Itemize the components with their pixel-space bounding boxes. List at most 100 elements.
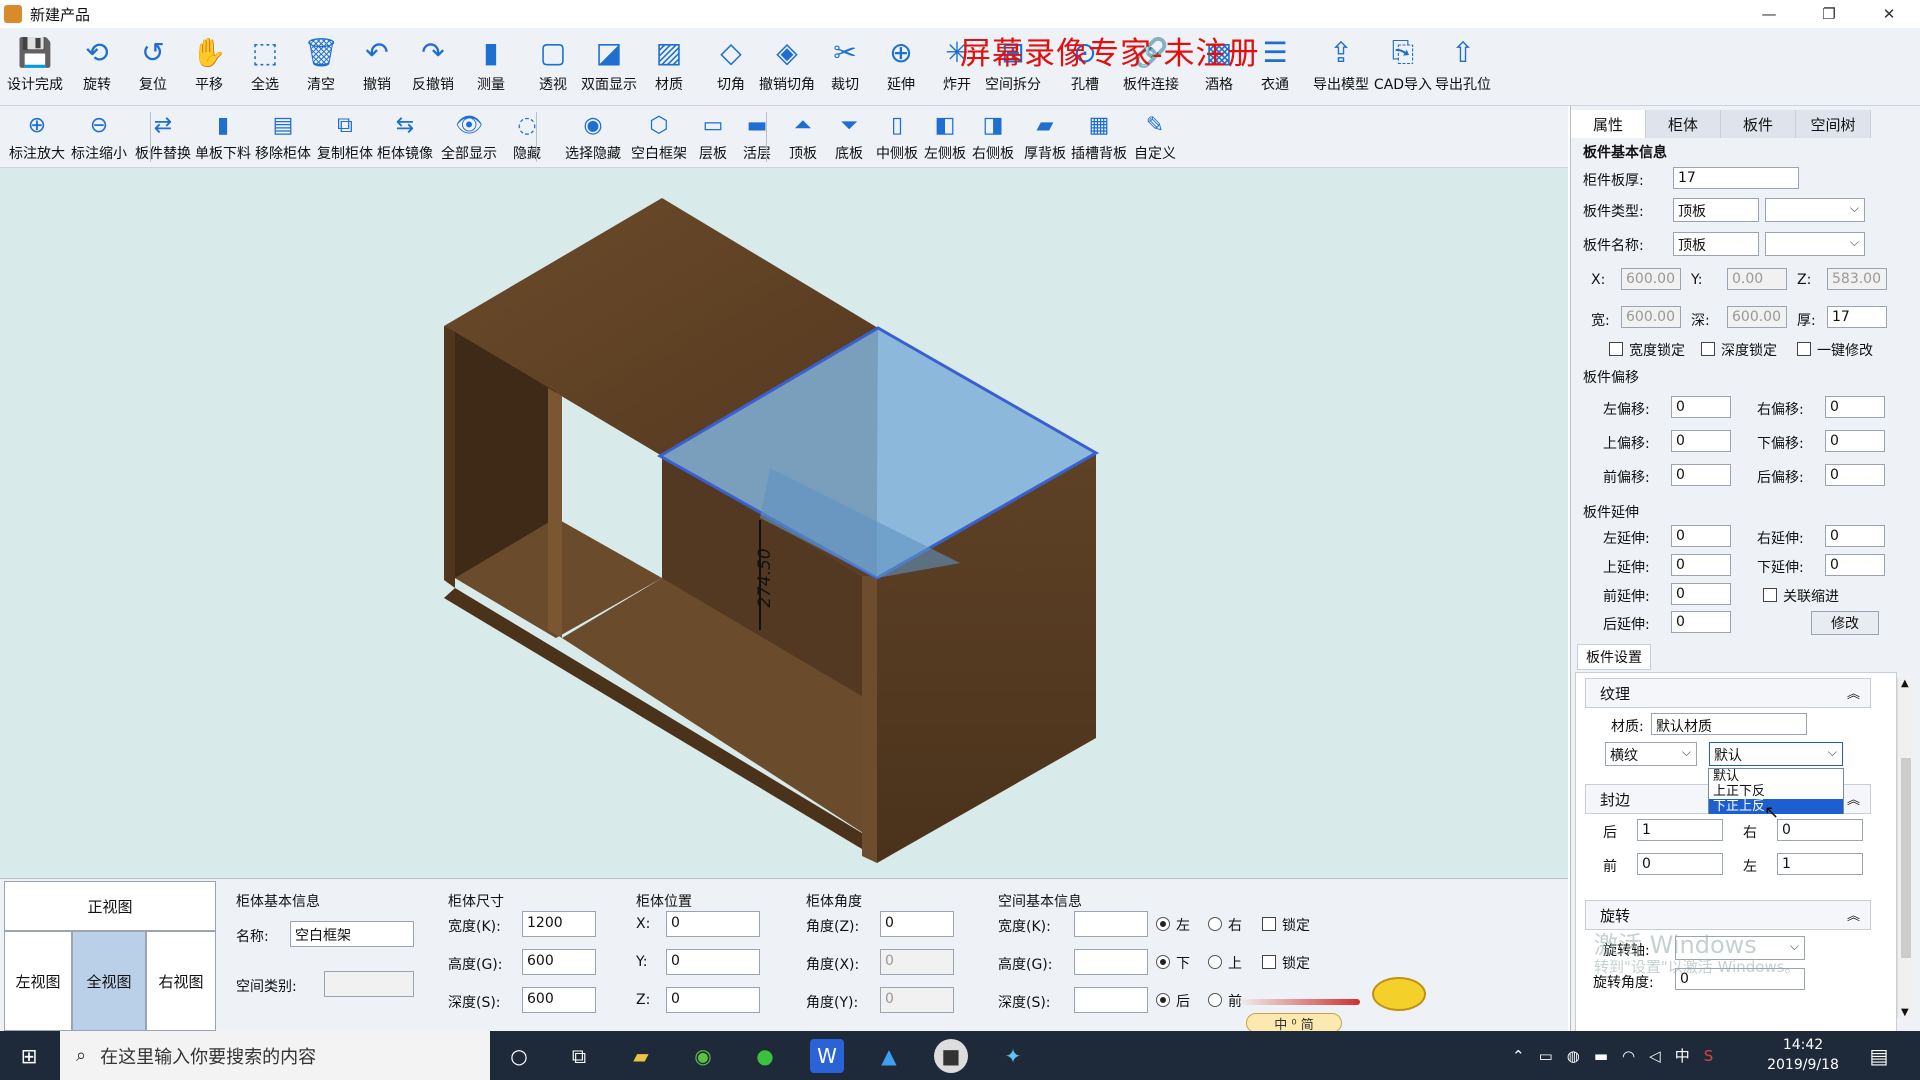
thickness-input[interactable]: 17 xyxy=(1673,167,1799,189)
edge-right-input[interactable]: 0 xyxy=(1777,819,1863,841)
toolbar-button-zoom-in[interactable]: ⊕ 标注放大 xyxy=(4,110,70,163)
toolbar-button-single-board[interactable]: ▮ 单板下料 xyxy=(190,110,256,163)
ime-lang[interactable]: 中 xyxy=(1675,1045,1690,1066)
toolbar-button-export-holes[interactable]: ⇧ 导出孔位 xyxy=(1428,34,1498,94)
dropdown-option[interactable]: 默认 xyxy=(1709,769,1843,784)
pos-x-input[interactable]: 0 xyxy=(666,911,760,937)
back-extend-input[interactable]: 0 xyxy=(1671,611,1731,633)
left-view-button[interactable]: 左视图 xyxy=(4,931,72,1031)
battery-icon[interactable]: ▬ xyxy=(1594,1047,1608,1065)
toolbar-button-custom[interactable]: ✎ 自定义 xyxy=(1122,110,1188,163)
pos-y-input[interactable]: 0 xyxy=(666,949,760,975)
material-input[interactable]: 默认材质 xyxy=(1651,713,1807,735)
file-explorer-icon[interactable]: ▰ xyxy=(624,1039,658,1073)
toolbar-button-zoom-out[interactable]: ⊖ 标注缩小 xyxy=(66,110,132,163)
tray-globe-icon[interactable]: ◍ xyxy=(1567,1047,1580,1065)
scroll-up-icon[interactable]: ▲ xyxy=(1901,678,1909,689)
scrollbar-thumb[interactable] xyxy=(1901,758,1911,958)
radio-right[interactable] xyxy=(1208,917,1222,931)
y-input[interactable]: 0.00 xyxy=(1727,268,1787,290)
t-input[interactable]: 17 xyxy=(1827,306,1887,328)
tab-board[interactable]: 板件 xyxy=(1721,110,1796,138)
lock-height-checkbox[interactable] xyxy=(1262,955,1276,969)
settings-scrollbar[interactable]: ▲ ▼ xyxy=(1897,678,1913,1018)
wechat-icon[interactable]: ● xyxy=(748,1039,782,1073)
offsets-input[interactable]: 0 xyxy=(1671,464,1731,486)
extends-input[interactable]: 0 xyxy=(1825,525,1885,547)
dropdown-option[interactable]: 上正下反 xyxy=(1709,784,1843,799)
link-indent-checkbox[interactable] xyxy=(1763,588,1777,602)
extends-input[interactable]: 0 xyxy=(1825,554,1885,576)
extends-input[interactable]: 0 xyxy=(1671,583,1731,605)
cabinet-name-input[interactable]: 空白框架 xyxy=(290,921,414,947)
close-button[interactable]: ✕ xyxy=(1860,0,1918,28)
restore-button[interactable]: ❐ xyxy=(1800,0,1858,28)
tab-properties[interactable]: 属性 xyxy=(1571,110,1646,138)
extends-input[interactable]: 0 xyxy=(1671,525,1731,547)
toolbar-button-mirror-cabinet[interactable]: ⇆ 柜体镜像 xyxy=(372,110,438,163)
radio-back[interactable] xyxy=(1156,993,1170,1007)
offsets-input[interactable]: 0 xyxy=(1825,430,1885,452)
sogou-icon[interactable]: S xyxy=(1704,1047,1714,1065)
angle-z-input[interactable]: 0 xyxy=(880,911,954,937)
browser-icon[interactable]: ◉ xyxy=(686,1039,720,1073)
size-height-input[interactable]: 600 xyxy=(522,949,596,975)
app-design-icon[interactable]: ✦ xyxy=(996,1039,1030,1073)
space-depth-input[interactable] xyxy=(1074,987,1148,1013)
task-view-icon[interactable]: ⧉ xyxy=(562,1039,596,1073)
space-height-input[interactable] xyxy=(1074,949,1148,975)
toolbar-button-remove-cabinet[interactable]: ▤ 移除柜体 xyxy=(250,110,316,163)
right-view-button[interactable]: 右视图 xyxy=(146,931,216,1031)
name-input[interactable]: 顶板 xyxy=(1673,232,1759,256)
angle-y-input[interactable]: 0 xyxy=(880,987,954,1013)
one-key-checkbox[interactable] xyxy=(1797,342,1811,356)
modify-button[interactable]: 修改 xyxy=(1811,611,1879,635)
grain-select[interactable]: 横纹 ⌵ xyxy=(1605,742,1697,766)
app-recorder-icon[interactable]: ■ xyxy=(934,1039,968,1073)
toolbar-button-measure[interactable]: ▮ 测量 xyxy=(456,34,526,94)
taskbar-clock[interactable]: 14:42 2019/9/18 xyxy=(1760,1035,1846,1075)
volume-icon[interactable]: ◁ xyxy=(1649,1047,1661,1065)
radio-up[interactable] xyxy=(1208,955,1222,969)
toolbar-button-material[interactable]: ▨ 材质 xyxy=(634,34,704,94)
app-a-icon[interactable]: ▲ xyxy=(872,1039,906,1073)
offsets-input[interactable]: 0 xyxy=(1671,430,1731,452)
size-depth-input[interactable]: 600 xyxy=(522,987,596,1013)
tray-device-icon[interactable]: ▭ xyxy=(1539,1047,1553,1065)
full-view-button[interactable]: 全视图 xyxy=(72,931,146,1031)
notification-icon[interactable]: ▤ xyxy=(1862,1039,1896,1073)
edge-front-input[interactable]: 0 xyxy=(1637,853,1723,875)
offsets-input[interactable]: 0 xyxy=(1671,396,1731,418)
type-dropdown[interactable]: ⌵ xyxy=(1765,198,1865,222)
windows-start-icon[interactable]: ⊞ xyxy=(12,1039,46,1073)
toolbar-button-save[interactable]: 💾 设计完成 xyxy=(0,34,70,94)
size-width-input[interactable]: 1200 xyxy=(522,911,596,937)
toolbar-button-hide[interactable]: ◌ 隐藏 xyxy=(494,110,560,163)
minimize-button[interactable]: — xyxy=(1740,0,1798,28)
space-width-input[interactable] xyxy=(1074,911,1148,937)
edge-left-input[interactable]: 1 xyxy=(1777,853,1863,875)
w-input[interactable]: 600.00 xyxy=(1621,306,1681,328)
left-side-board[interactable] xyxy=(444,326,455,588)
tab-cabinet[interactable]: 柜体 xyxy=(1646,110,1721,138)
z-input[interactable]: 583.00 xyxy=(1827,268,1887,290)
radio-front[interactable] xyxy=(1208,993,1222,1007)
radio-left[interactable] xyxy=(1156,917,1170,931)
collapse-icon[interactable]: ︽ xyxy=(1847,683,1860,702)
ime-status-bar[interactable]: 中 ⁰ 简 xyxy=(1246,1013,1342,1033)
edge-back-input[interactable]: 1 xyxy=(1637,819,1723,841)
middle-side-board[interactable] xyxy=(548,388,562,638)
space-type-input[interactable] xyxy=(324,971,414,997)
offsets-input[interactable]: 0 xyxy=(1825,464,1885,486)
right-inner-side[interactable] xyxy=(862,576,877,863)
toolbar-button-export-model[interactable]: ⇪ 导出模型 xyxy=(1306,34,1376,94)
tab-space-tree[interactable]: 空间树 xyxy=(1796,110,1871,138)
toolbar-button-select-hide[interactable]: ◉ 选择隐藏 xyxy=(560,110,626,163)
collapse-icon[interactable]: ︽ xyxy=(1847,905,1860,924)
angle-x-input[interactable]: 0 xyxy=(880,949,954,975)
extends-input[interactable]: 0 xyxy=(1671,554,1731,576)
3d-viewport[interactable]: 274.50 xyxy=(0,168,1568,878)
x-input[interactable]: 600.00 xyxy=(1621,268,1681,290)
texture-section-header[interactable]: 纹理 ︽ xyxy=(1585,678,1871,708)
pos-z-input[interactable]: 0 xyxy=(666,987,760,1013)
